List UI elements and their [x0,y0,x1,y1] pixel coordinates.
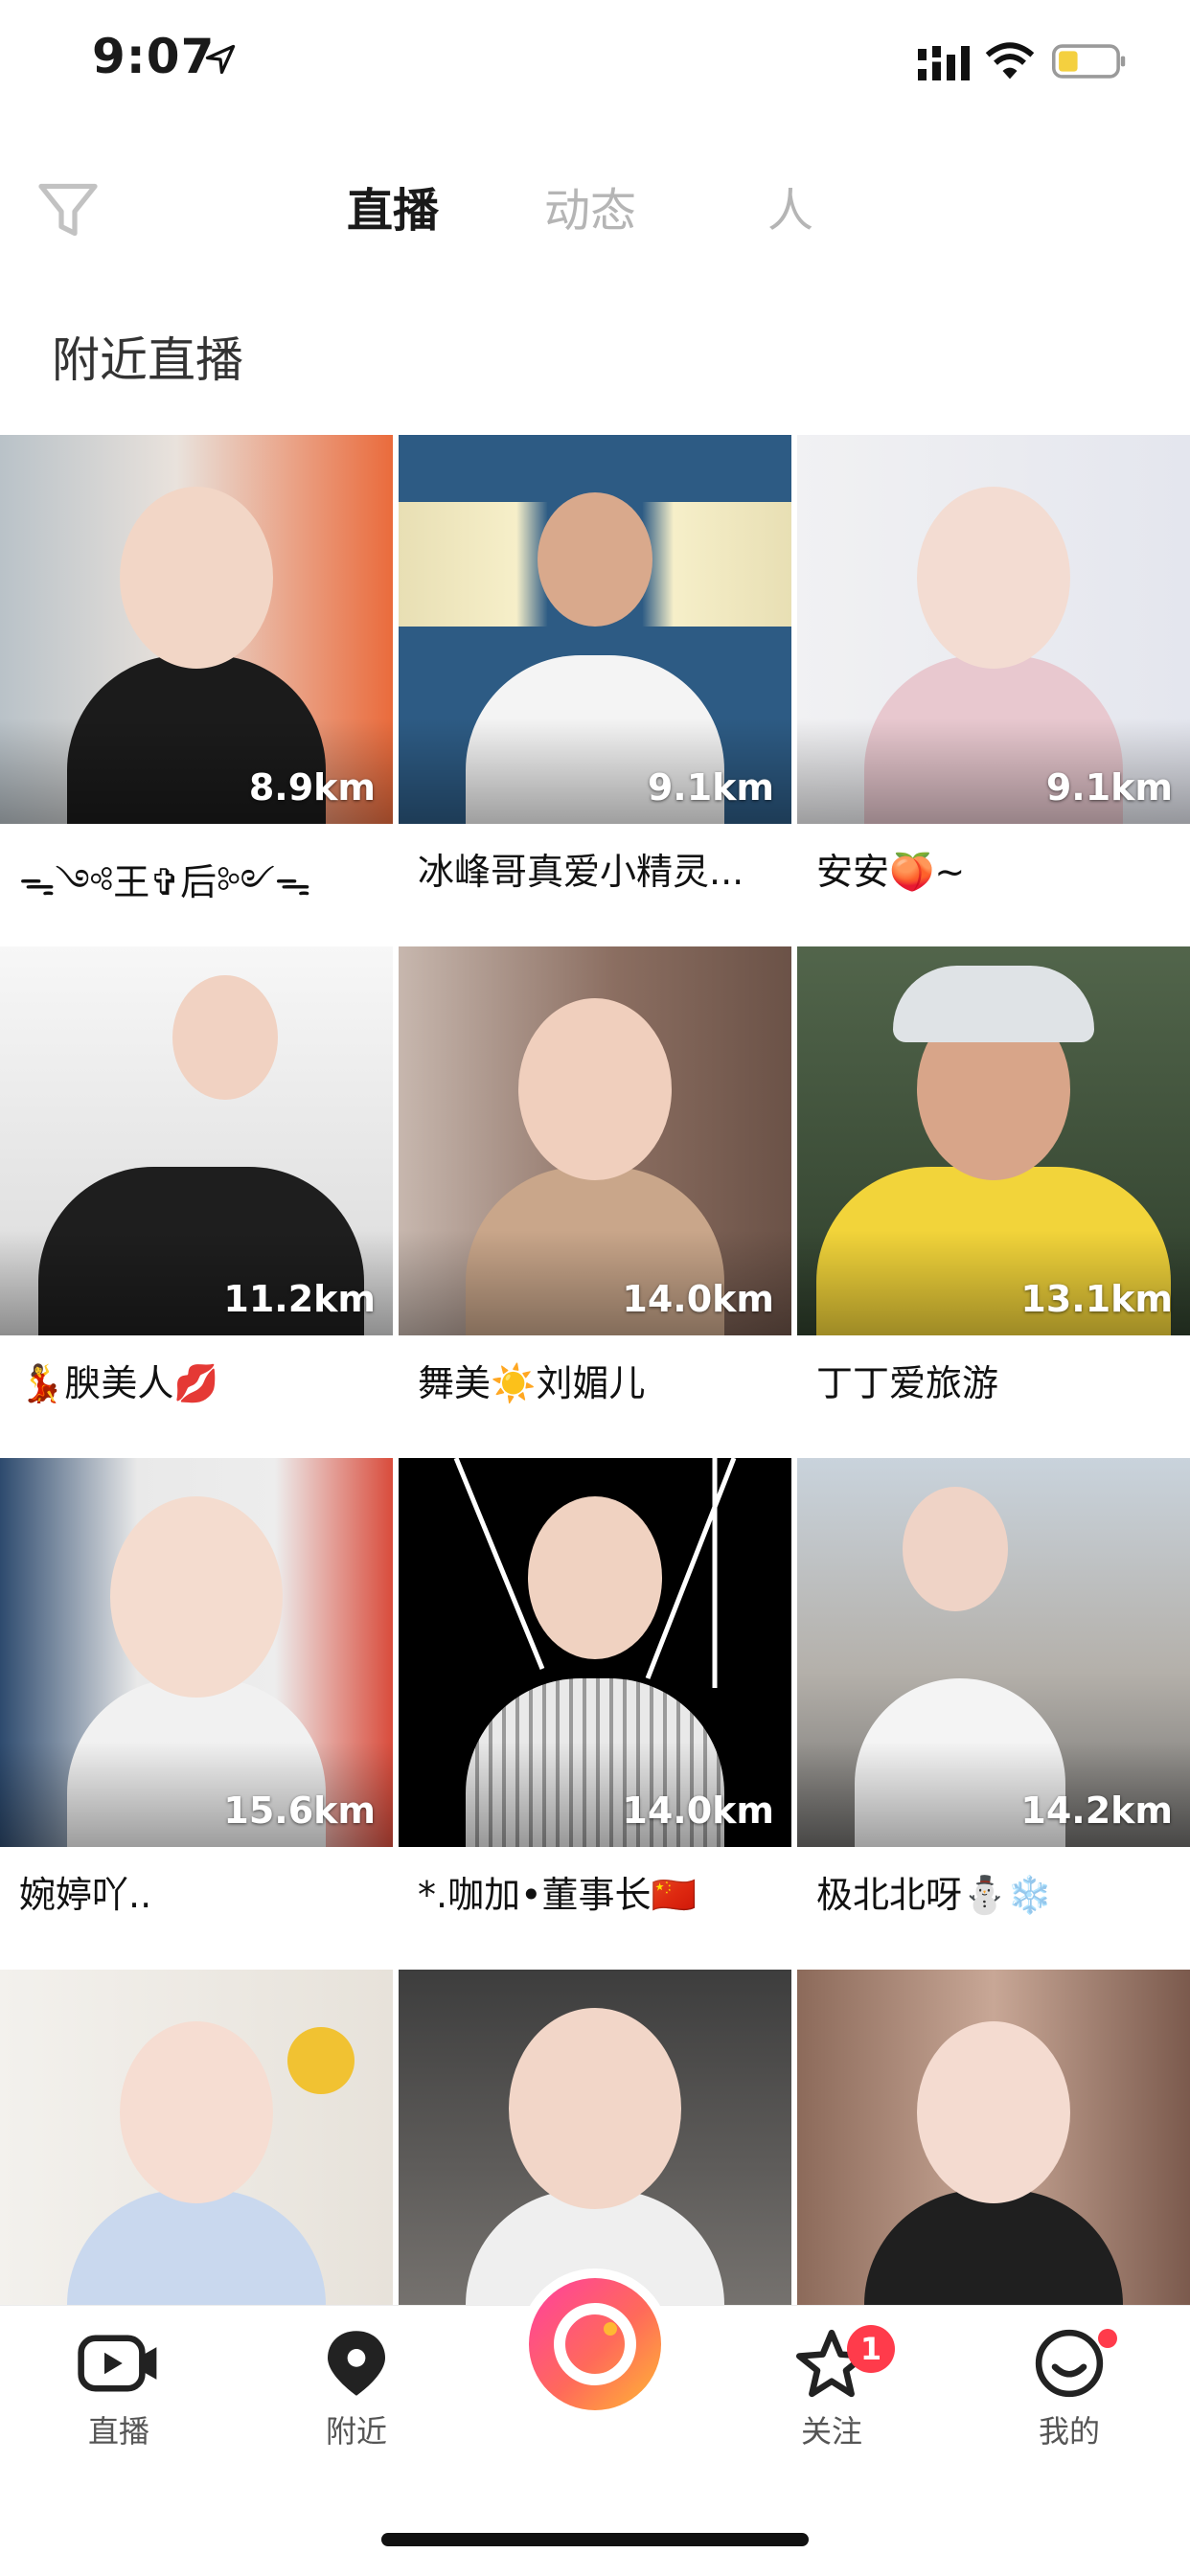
stream-distance: 11.2km [223,1278,376,1320]
top-tabs: 直播 动态 人 [326,172,834,249]
streamer-name: 舞美☀️刘媚儿 [418,1362,646,1404]
stream-thumbnail: 14.0km [399,1458,791,1847]
stream-card[interactable]: 15.6km 婉婷吖.. [0,1458,393,1970]
stream-distance: 15.6km [223,1790,376,1832]
status-time: 9:07 [92,29,216,84]
stream-thumbnail: 11.2km [0,946,393,1335]
stream-thumbnail: 14.0km [399,946,791,1335]
status-bar: 9:07 [0,0,1190,126]
stream-thumbnail: 9.1km [797,435,1190,824]
location-arrow-icon [205,44,236,75]
filter-icon[interactable] [34,176,102,243]
stream-distance: 14.0km [622,1278,774,1320]
section-title: 附近直播 [52,332,243,388]
tabbar-item-nearby[interactable]: 附近 [280,2325,433,2451]
tabbar-label: 附近 [325,2413,387,2450]
stream-thumbnail: 9.1km [399,435,791,824]
tabbar-label: 关注 [800,2413,862,2450]
wifi-icon [985,42,1035,80]
stream-thumbnail: 8.9km [0,435,393,824]
stream-distance: 13.1km [1020,1278,1173,1320]
streamer-name: 冰峰哥真爱小精灵... [418,851,744,893]
stream-card[interactable]: 13.1km 丁丁爱旅游 [797,946,1190,1458]
tabbar-item-mine[interactable]: 我的 [993,2325,1146,2451]
streamer-name: 极北北呀⛄❄️ [816,1874,1053,1916]
tabbar-item-live[interactable]: 直播 [42,2325,195,2451]
tabbar-item-follow[interactable]: 1 关注 [755,2325,908,2451]
live-video-icon [78,2335,157,2392]
stream-thumbnail [797,1970,1190,2359]
stream-distance: 9.1km [647,766,774,809]
stream-card[interactable]: 14.0km 舞美☀️刘媚儿 [399,946,791,1458]
stream-distance: 14.2km [1020,1790,1173,1832]
stream-distance: 8.9km [248,766,376,809]
battery-icon [1052,44,1126,79]
tabbar-label: 直播 [87,2413,149,2450]
streamer-name: 💃腴美人💋 [19,1362,219,1404]
stream-card[interactable]: 9.1km 冰峰哥真爱小精灵... [399,435,791,946]
streamer-name: 婉婷吖.. [19,1874,152,1916]
home-indicator [381,2533,809,2546]
location-pin-icon [328,2331,385,2396]
stream-card[interactable]: 14.0km *.咖加•董事长🇨🇳 [399,1458,791,1970]
tab-live[interactable]: 直播 [326,172,460,249]
streamer-name: 丁丁爱旅游 [816,1362,999,1404]
stream-thumbnail: 13.1km [797,946,1190,1335]
stream-distance: 14.0km [622,1790,774,1832]
stream-card[interactable]: 11.2km 💃腴美人💋 [0,946,393,1458]
stream-card[interactable]: 9.1km 安安🍑~ [797,435,1190,946]
tabbar-label: 我的 [1038,2413,1100,2450]
stream-card[interactable]: 8.9km ᯓ༺王✞后༻ᯓ [0,435,393,946]
go-live-camera-button[interactable] [529,2278,661,2410]
tab-moments[interactable]: 动态 [523,172,657,249]
unread-dot [1098,2329,1117,2348]
stream-thumbnail [0,1970,393,2359]
stream-thumbnail: 14.2km [797,1458,1190,1847]
stream-thumbnail: 15.6km [0,1458,393,1847]
stream-distance: 9.1km [1045,766,1173,809]
notification-badge: 1 [847,2325,895,2373]
cellular-signal-icon [918,46,970,80]
streamer-name: 安安🍑~ [816,851,966,893]
stream-card[interactable]: 14.2km 极北北呀⛄❄️ [797,1458,1190,1970]
camera-lens-icon [554,2303,636,2385]
streamer-name: ᯓ༺王✞后༻ᯓ [19,861,311,903]
streamer-name: *.咖加•董事长🇨🇳 [418,1874,697,1916]
tab-people[interactable]: 人 [747,172,834,249]
